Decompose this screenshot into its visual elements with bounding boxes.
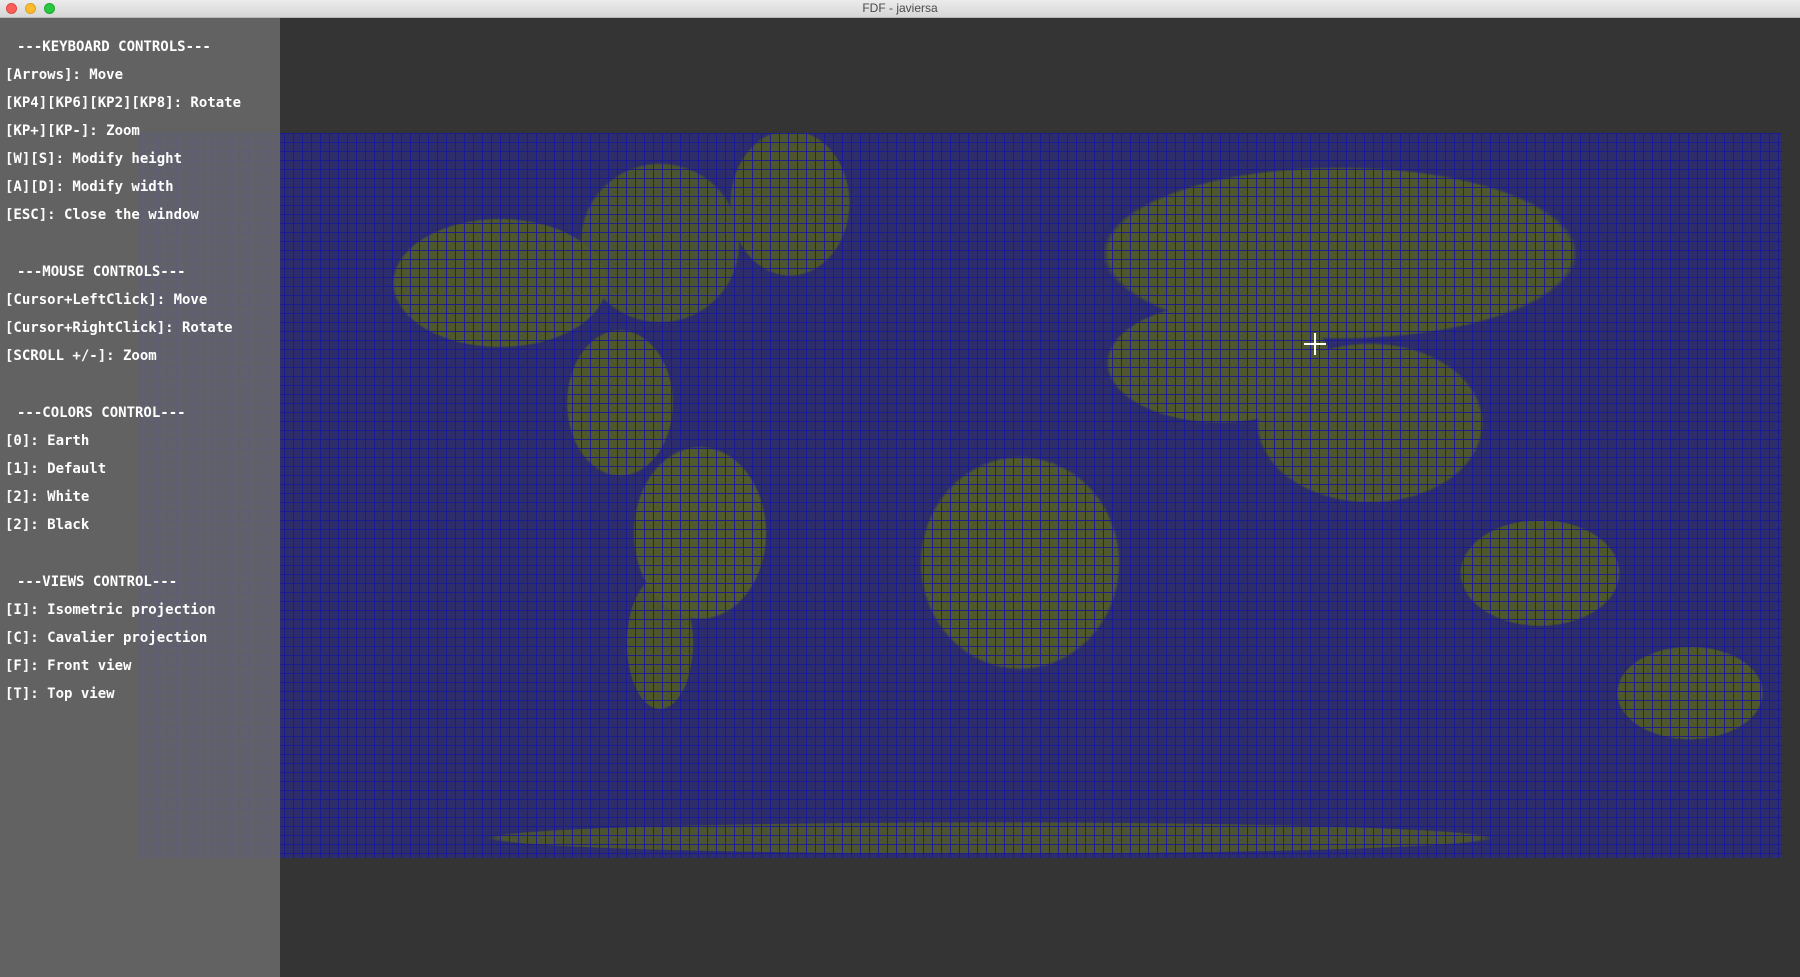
keyboard-control-rotate: [KP4][KP6][KP2][KP8]: Rotate xyxy=(5,95,242,111)
mouse-control-zoom: [SCROLL +/-]: Zoom xyxy=(5,348,157,364)
title-bar[interactable]: FDF - javiersa xyxy=(0,0,1800,18)
view-option-cavalier: [C]: Cavalier projection xyxy=(5,630,208,646)
mouse-controls-heading: ---MOUSE CONTROLS--- xyxy=(17,264,186,280)
view-option-isometric: [I]: Isometric projection xyxy=(5,602,216,618)
keyboard-control-width: [A][D]: Modify width xyxy=(5,179,174,195)
keyboard-control-move: [Arrows]: Move xyxy=(5,67,124,83)
keyboard-control-height: [W][S]: Modify height xyxy=(5,151,183,167)
color-option-white: [2]: White xyxy=(5,489,90,505)
fdf-window: FDF - javiersa ---KEYBOARD CONTROLS--- [… xyxy=(0,0,1800,977)
color-option-black: [2]: Black xyxy=(5,517,90,533)
window-title: FDF - javiersa xyxy=(862,1,938,15)
view-option-top: [T]: Top view xyxy=(5,686,115,702)
keyboard-control-close: [ESC]: Close the window xyxy=(5,207,199,223)
keyboard-controls-heading: ---KEYBOARD CONTROLS--- xyxy=(17,39,211,55)
wireframe-grid xyxy=(140,133,1782,858)
views-control-heading: ---VIEWS CONTROL--- xyxy=(17,574,178,590)
wireframe-world-map[interactable] xyxy=(140,133,1782,858)
render-viewport[interactable]: ---KEYBOARD CONTROLS--- [Arrows]: Move [… xyxy=(0,18,1800,977)
controls-panel: ---KEYBOARD CONTROLS--- [Arrows]: Move [… xyxy=(0,18,280,977)
keyboard-control-zoom: [KP+][KP-]: Zoom xyxy=(5,123,140,139)
color-option-default: [1]: Default xyxy=(5,461,107,477)
crosshair-cursor-icon xyxy=(1304,333,1326,355)
mouse-control-rotate: [Cursor+RightClick]: Rotate xyxy=(5,320,233,336)
colors-control-heading: ---COLORS CONTROL--- xyxy=(17,405,186,421)
mouse-control-move: [Cursor+LeftClick]: Move xyxy=(5,292,208,308)
view-option-front: [F]: Front view xyxy=(5,658,132,674)
color-option-earth: [0]: Earth xyxy=(5,433,90,449)
